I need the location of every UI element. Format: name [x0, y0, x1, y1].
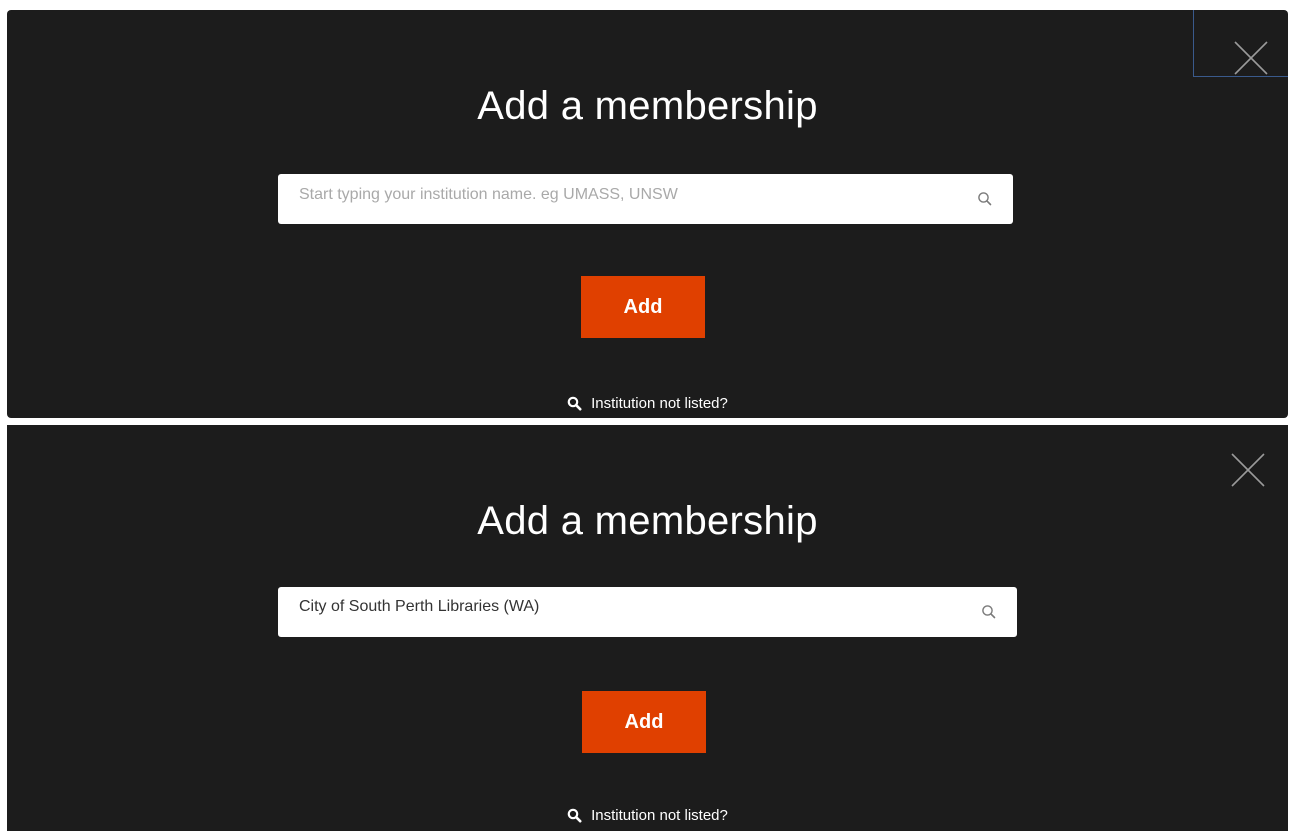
- close-icon: [1231, 453, 1265, 487]
- institution-not-listed-link[interactable]: Institution not listed?: [7, 807, 1288, 824]
- institution-search-box: [278, 582, 1017, 637]
- institution-search-input[interactable]: [299, 582, 959, 632]
- add-button[interactable]: Add: [581, 276, 705, 338]
- membership-modal-filled: Add a membership Add Institution not lis…: [7, 425, 1288, 831]
- add-button[interactable]: Add: [582, 691, 706, 753]
- institution-not-listed-link[interactable]: Institution not listed?: [7, 395, 1288, 412]
- membership-modal-empty: Add a membership Add Institution not lis…: [7, 10, 1288, 418]
- institution-search-box: [278, 170, 1013, 224]
- close-button[interactable]: [1231, 453, 1265, 487]
- magnifier-icon: [567, 808, 582, 823]
- search-icon[interactable]: [981, 604, 997, 620]
- close-icon: [1234, 41, 1268, 75]
- modal-title: Add a membership: [477, 84, 818, 128]
- institution-search-input[interactable]: [299, 170, 959, 220]
- institution-not-listed-label: Institution not listed?: [591, 807, 728, 824]
- modal-title: Add a membership: [477, 499, 818, 543]
- search-icon[interactable]: [977, 191, 993, 207]
- close-button[interactable]: [1193, 10, 1288, 77]
- magnifier-icon: [567, 396, 582, 411]
- institution-not-listed-label: Institution not listed?: [591, 395, 728, 412]
